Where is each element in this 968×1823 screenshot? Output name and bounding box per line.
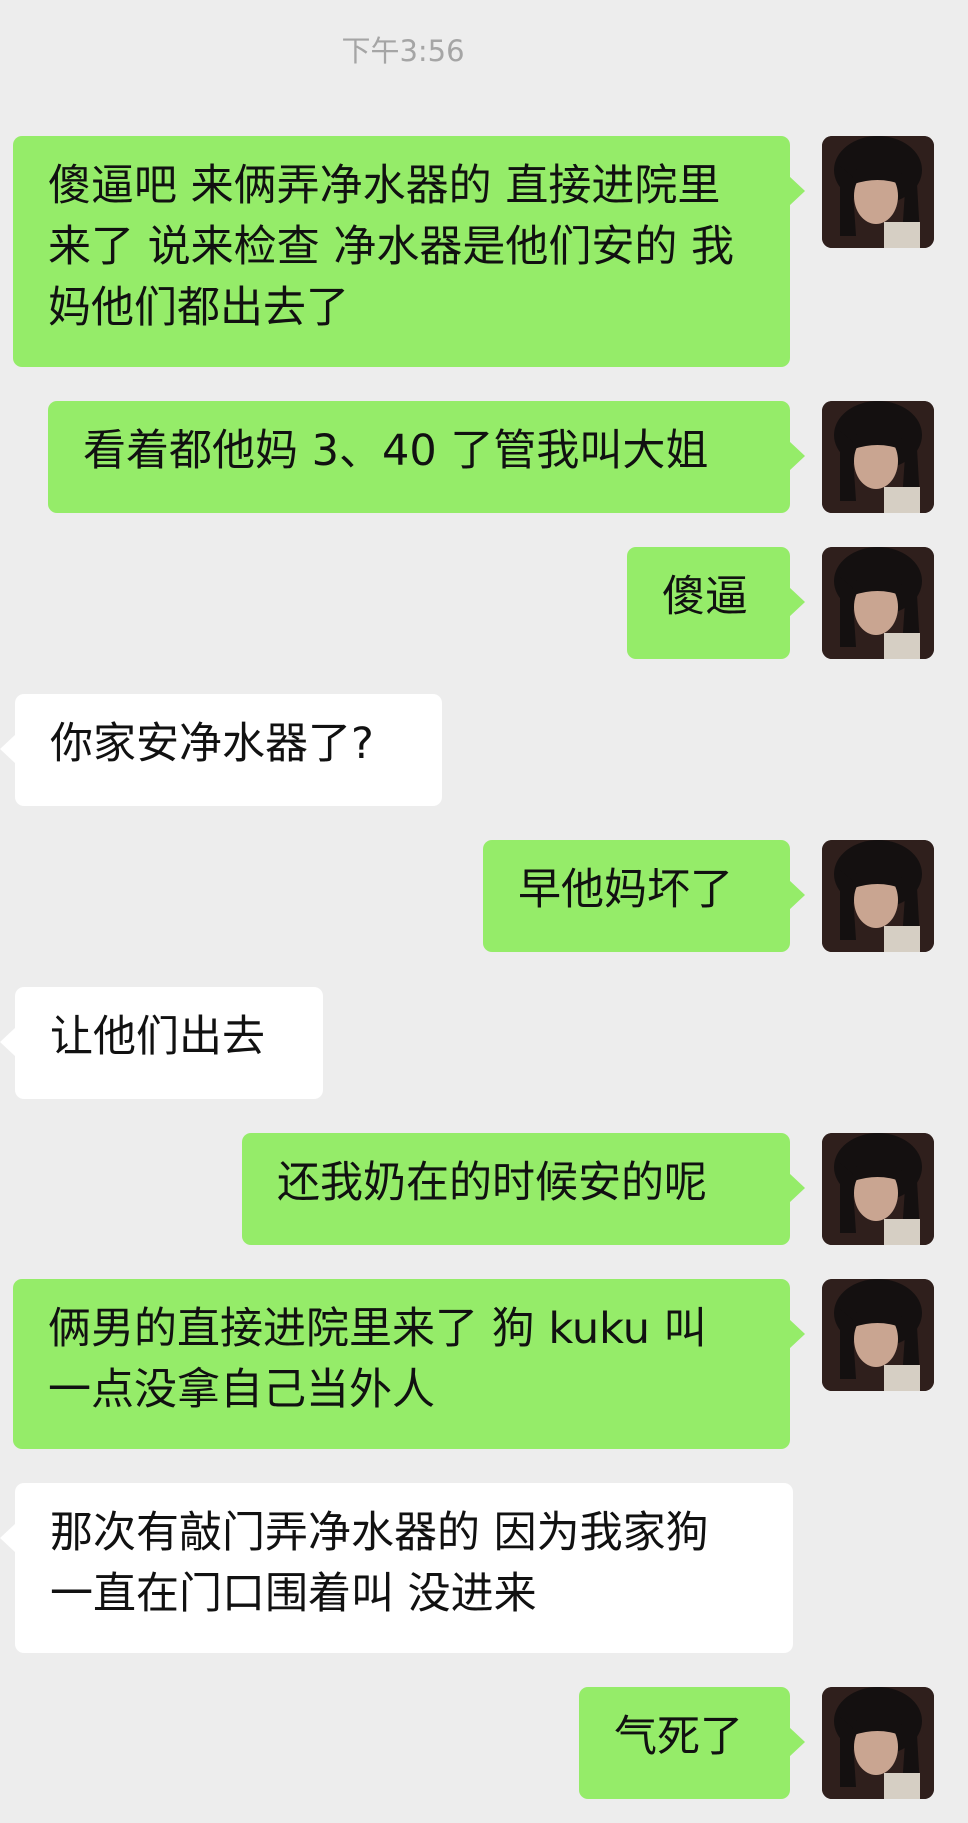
chat-timestamp: 下午3:56 (341, 34, 465, 68)
avatar-photo-icon (822, 1687, 934, 1799)
message-bubble-sent[interactable]: 气死了 (579, 1687, 805, 1799)
avatar-photo-icon (822, 840, 934, 952)
avatar-photo-icon (822, 1133, 934, 1245)
message-bubble-sent[interactable]: 看着都他妈 3、40 了管我叫大姐 (48, 401, 805, 513)
avatar[interactable] (822, 1687, 934, 1799)
message-bubble-received[interactable]: 让他们出去 (0, 987, 323, 1099)
message-bubble-sent[interactable]: 傻逼 (627, 547, 805, 659)
avatar[interactable] (822, 1279, 934, 1391)
avatar[interactable] (822, 840, 934, 952)
message-bubble-sent[interactable]: 傻逼吧 来俩弄净水器的 直接进院里来了 说来检查 净水器是他们安的 我妈他们都出… (13, 136, 805, 367)
avatar-photo-icon (822, 547, 934, 659)
avatar[interactable] (822, 136, 934, 248)
message-bubble-sent[interactable]: 早他妈坏了 (483, 840, 805, 952)
message-bubble-sent[interactable]: 还我奶在的时候安的呢 (242, 1133, 805, 1245)
avatar-photo-icon (822, 401, 934, 513)
message-bubble-received[interactable]: 你家安净水器了? (0, 694, 442, 806)
avatar-photo-icon (822, 136, 934, 248)
message-bubble-sent[interactable]: 俩男的直接进院里来了 狗 kuku 叫 一点没拿自己当外人 (13, 1279, 805, 1449)
message-bubble-received[interactable]: 那次有敲门弄净水器的 因为我家狗 一直在门口围着叫 没进来 (0, 1483, 793, 1653)
avatar-photo-icon (822, 1279, 934, 1391)
avatar[interactable] (822, 401, 934, 513)
avatar[interactable] (822, 547, 934, 659)
avatar[interactable] (822, 1133, 934, 1245)
